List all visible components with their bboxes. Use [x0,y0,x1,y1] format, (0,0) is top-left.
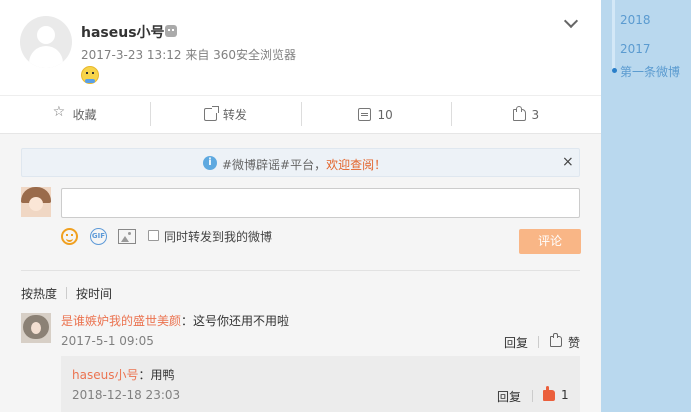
comment-icon [358,108,372,121]
comment-reply-button[interactable]: 回复 [504,334,528,351]
timeline-sidebar: 2018 2017 第一条微博 [601,0,691,412]
comment-count: 10 [377,107,393,122]
action-bar: 收藏 转发 10 3 [0,95,601,133]
forward-checkbox[interactable] [148,230,159,241]
reply-time: 2018-12-18 23:03 [72,388,181,402]
comment-author[interactable]: 是谁嫉妒我的盛世美颜 [61,314,181,328]
timeline-year-2018[interactable]: 2018 [620,13,651,27]
share-icon [203,106,219,121]
user-avatar[interactable] [20,16,72,68]
avatar-head-shape [37,26,55,44]
comment-text: 是谁嫉妒我的盛世美颜：这号你还用不用啦 [61,312,289,329]
forward-checkbox-label: 同时转发到我的微博 [164,230,273,244]
timeline-bar [612,0,615,72]
notice-prefix: #微博辟谣#平台， [222,158,327,172]
comment-button[interactable]: 10 [300,96,451,133]
favorite-label: 收藏 [72,108,97,122]
my-avatar [21,187,51,217]
comment-body: ：这号你还用不用啦 [181,314,290,328]
comment-like-button[interactable]: 赞 [568,334,580,351]
forward-button[interactable]: 转发 [150,96,300,133]
sort-by-hot[interactable]: 按热度 [21,285,57,302]
image-icon[interactable] [118,229,136,244]
smile-icon[interactable] [61,228,78,245]
forward-label: 转发 [222,108,247,122]
timeline-first-post[interactable]: 第一条微博 [620,63,680,80]
comment-time: 2017-5-1 09:05 [61,334,154,348]
weibo-card: haseus小号 2017-3-23 13:12 来自 360安全浏览器 收藏 … [0,0,601,412]
reply-action-separator [532,390,533,402]
star-icon [53,104,67,121]
favorite-button[interactable]: 收藏 [0,96,150,133]
reply-like-count: 1 [561,388,569,402]
reply-body: ：用鸭 [138,368,175,382]
my-avatar-face [29,197,43,211]
notice-text: #微博辟谣#平台，欢迎查阅！ [222,156,386,173]
divider [21,270,580,271]
reply-author[interactable]: haseus小号 [72,368,138,382]
post-username[interactable]: haseus小号 [81,22,165,42]
info-icon: i [203,156,217,170]
post-meta: 2017-3-23 13:12 来自 360安全浏览器 [81,48,297,62]
timeline-year-2017[interactable]: 2017 [620,42,651,56]
comment-input[interactable] [61,188,580,218]
commenter-avatar[interactable] [21,313,51,343]
gif-icon[interactable]: GIF [90,228,107,245]
sort-by-time[interactable]: 按时间 [76,285,112,302]
timeline-dot [612,68,617,73]
thumbs-up-active-icon[interactable] [543,386,555,401]
commenter-avatar-face [31,322,41,334]
thumbs-up-icon [512,105,526,121]
chevron-down-icon[interactable] [563,13,579,29]
submit-comment-button[interactable]: 评论 [519,229,581,254]
sort-separator [66,287,67,299]
reply-text: haseus小号：用鸭 [72,366,174,383]
notice-link[interactable]: 欢迎查阅！ [326,158,386,172]
comment-action-separator [538,336,539,348]
emoji-icon [81,66,99,84]
reply-reply-button[interactable]: 回复 [497,388,521,405]
avatar-body-shape [29,46,63,68]
like-button[interactable]: 3 [450,96,601,133]
robot-icon [165,25,177,37]
like-count: 3 [531,107,540,122]
thumbs-up-icon[interactable] [550,333,562,347]
notice-banner: i #微博辟谣#平台，欢迎查阅！ × [21,148,580,177]
close-icon[interactable]: × [562,154,574,170]
